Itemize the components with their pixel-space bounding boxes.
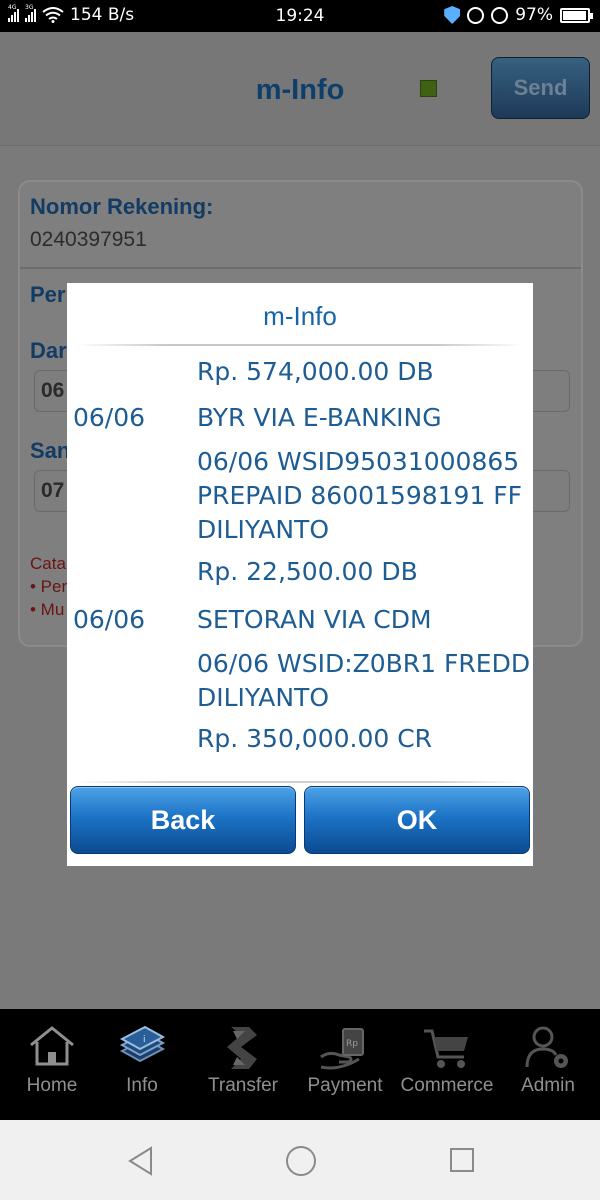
transaction-detail: PREPAID 86001598191 FF bbox=[197, 481, 523, 510]
transaction-date: 06/06 bbox=[73, 605, 146, 634]
recents-square-icon[interactable] bbox=[449, 1147, 475, 1173]
admin-icon bbox=[525, 1026, 568, 1068]
back-button[interactable]: Back bbox=[70, 786, 296, 854]
divider bbox=[20, 267, 581, 269]
svg-text:Rp: Rp bbox=[346, 1039, 358, 1049]
nav-payment[interactable]: Rp Payment bbox=[292, 1009, 398, 1120]
svg-text:i: i bbox=[143, 1035, 146, 1045]
system-navigation-bar bbox=[0, 1120, 600, 1200]
rotation-lock-icon bbox=[467, 6, 485, 24]
status-indicator bbox=[420, 80, 437, 97]
battery-percent: 97% bbox=[515, 5, 553, 25]
nav-label: Admin bbox=[521, 1075, 575, 1096]
alarm-icon bbox=[491, 6, 509, 24]
divider bbox=[75, 781, 525, 783]
nav-transfer[interactable]: Transfer bbox=[191, 1009, 295, 1120]
nav-label: Info bbox=[126, 1075, 158, 1096]
note-line: • Per bbox=[30, 577, 68, 596]
nav-label: Payment bbox=[307, 1075, 383, 1096]
transaction-description: SETORAN VIA CDM bbox=[197, 605, 432, 634]
account-number: 0240397951 bbox=[30, 228, 147, 251]
note-label: Cata bbox=[30, 554, 66, 573]
dialog-title: m-Info bbox=[263, 301, 337, 331]
transaction-amount: Rp. 22,500.00 DB bbox=[197, 557, 418, 586]
transaction-detail: 06/06 WSID95031000865 bbox=[197, 447, 520, 476]
transaction-amount: Rp. 574,000.00 DB bbox=[197, 357, 434, 386]
send-button[interactable]: Send bbox=[491, 57, 590, 119]
period-label: Peri bbox=[30, 282, 72, 307]
account-label: Nomor Rekening: bbox=[30, 194, 214, 219]
transaction-detail: DILIYANTO bbox=[197, 683, 330, 712]
app-header: m-Info Send bbox=[0, 32, 600, 146]
transaction-list[interactable]: Rp. 574,000.00 DB 06/06 BYR VIA E-BANKIN… bbox=[67, 347, 533, 781]
transaction-description: BYR VIA E-BANKING bbox=[197, 403, 442, 432]
nav-label: Home bbox=[26, 1075, 78, 1096]
nav-admin[interactable]: Admin bbox=[496, 1009, 600, 1120]
transaction-detail: 06/06 WSID:Z0BR1 FREDD bbox=[197, 649, 531, 678]
transaction-detail: DILIYANTO bbox=[197, 515, 330, 544]
to-date-label: San bbox=[30, 438, 71, 463]
nav-label: Commerce bbox=[400, 1075, 494, 1096]
status-bar: 4G 3G 154 B/s 19:24 97% bbox=[0, 0, 600, 32]
nav-info[interactable]: i Info bbox=[90, 1009, 194, 1120]
payment-icon: Rp bbox=[320, 1028, 364, 1070]
ok-button[interactable]: OK bbox=[304, 786, 530, 854]
nav-home[interactable]: Home bbox=[0, 1009, 104, 1120]
shield-icon bbox=[444, 6, 461, 24]
nav-label: Transfer bbox=[207, 1075, 279, 1096]
back-triangle-icon[interactable] bbox=[127, 1146, 155, 1176]
cart-icon bbox=[424, 1029, 468, 1068]
from-date-label: Dar bbox=[30, 338, 67, 363]
note-line: • Mu bbox=[30, 600, 65, 619]
transaction-amount: Rp. 350,000.00 CR bbox=[197, 724, 433, 753]
transaction-date: 06/06 bbox=[73, 403, 146, 432]
transfer-icon bbox=[227, 1027, 257, 1069]
home-circle-icon[interactable] bbox=[285, 1145, 317, 1177]
battery-icon bbox=[560, 7, 593, 23]
info-icon: i bbox=[119, 1025, 166, 1063]
nav-commerce[interactable]: Commerce bbox=[395, 1009, 499, 1120]
home-icon bbox=[30, 1026, 74, 1066]
info-dialog: m-Info Rp. 574,000.00 DB 06/06 BYR VIA E… bbox=[67, 283, 533, 866]
divider bbox=[75, 344, 525, 346]
bottom-nav: Home i Info Transfer Rp Payment Commerce… bbox=[0, 1009, 600, 1120]
